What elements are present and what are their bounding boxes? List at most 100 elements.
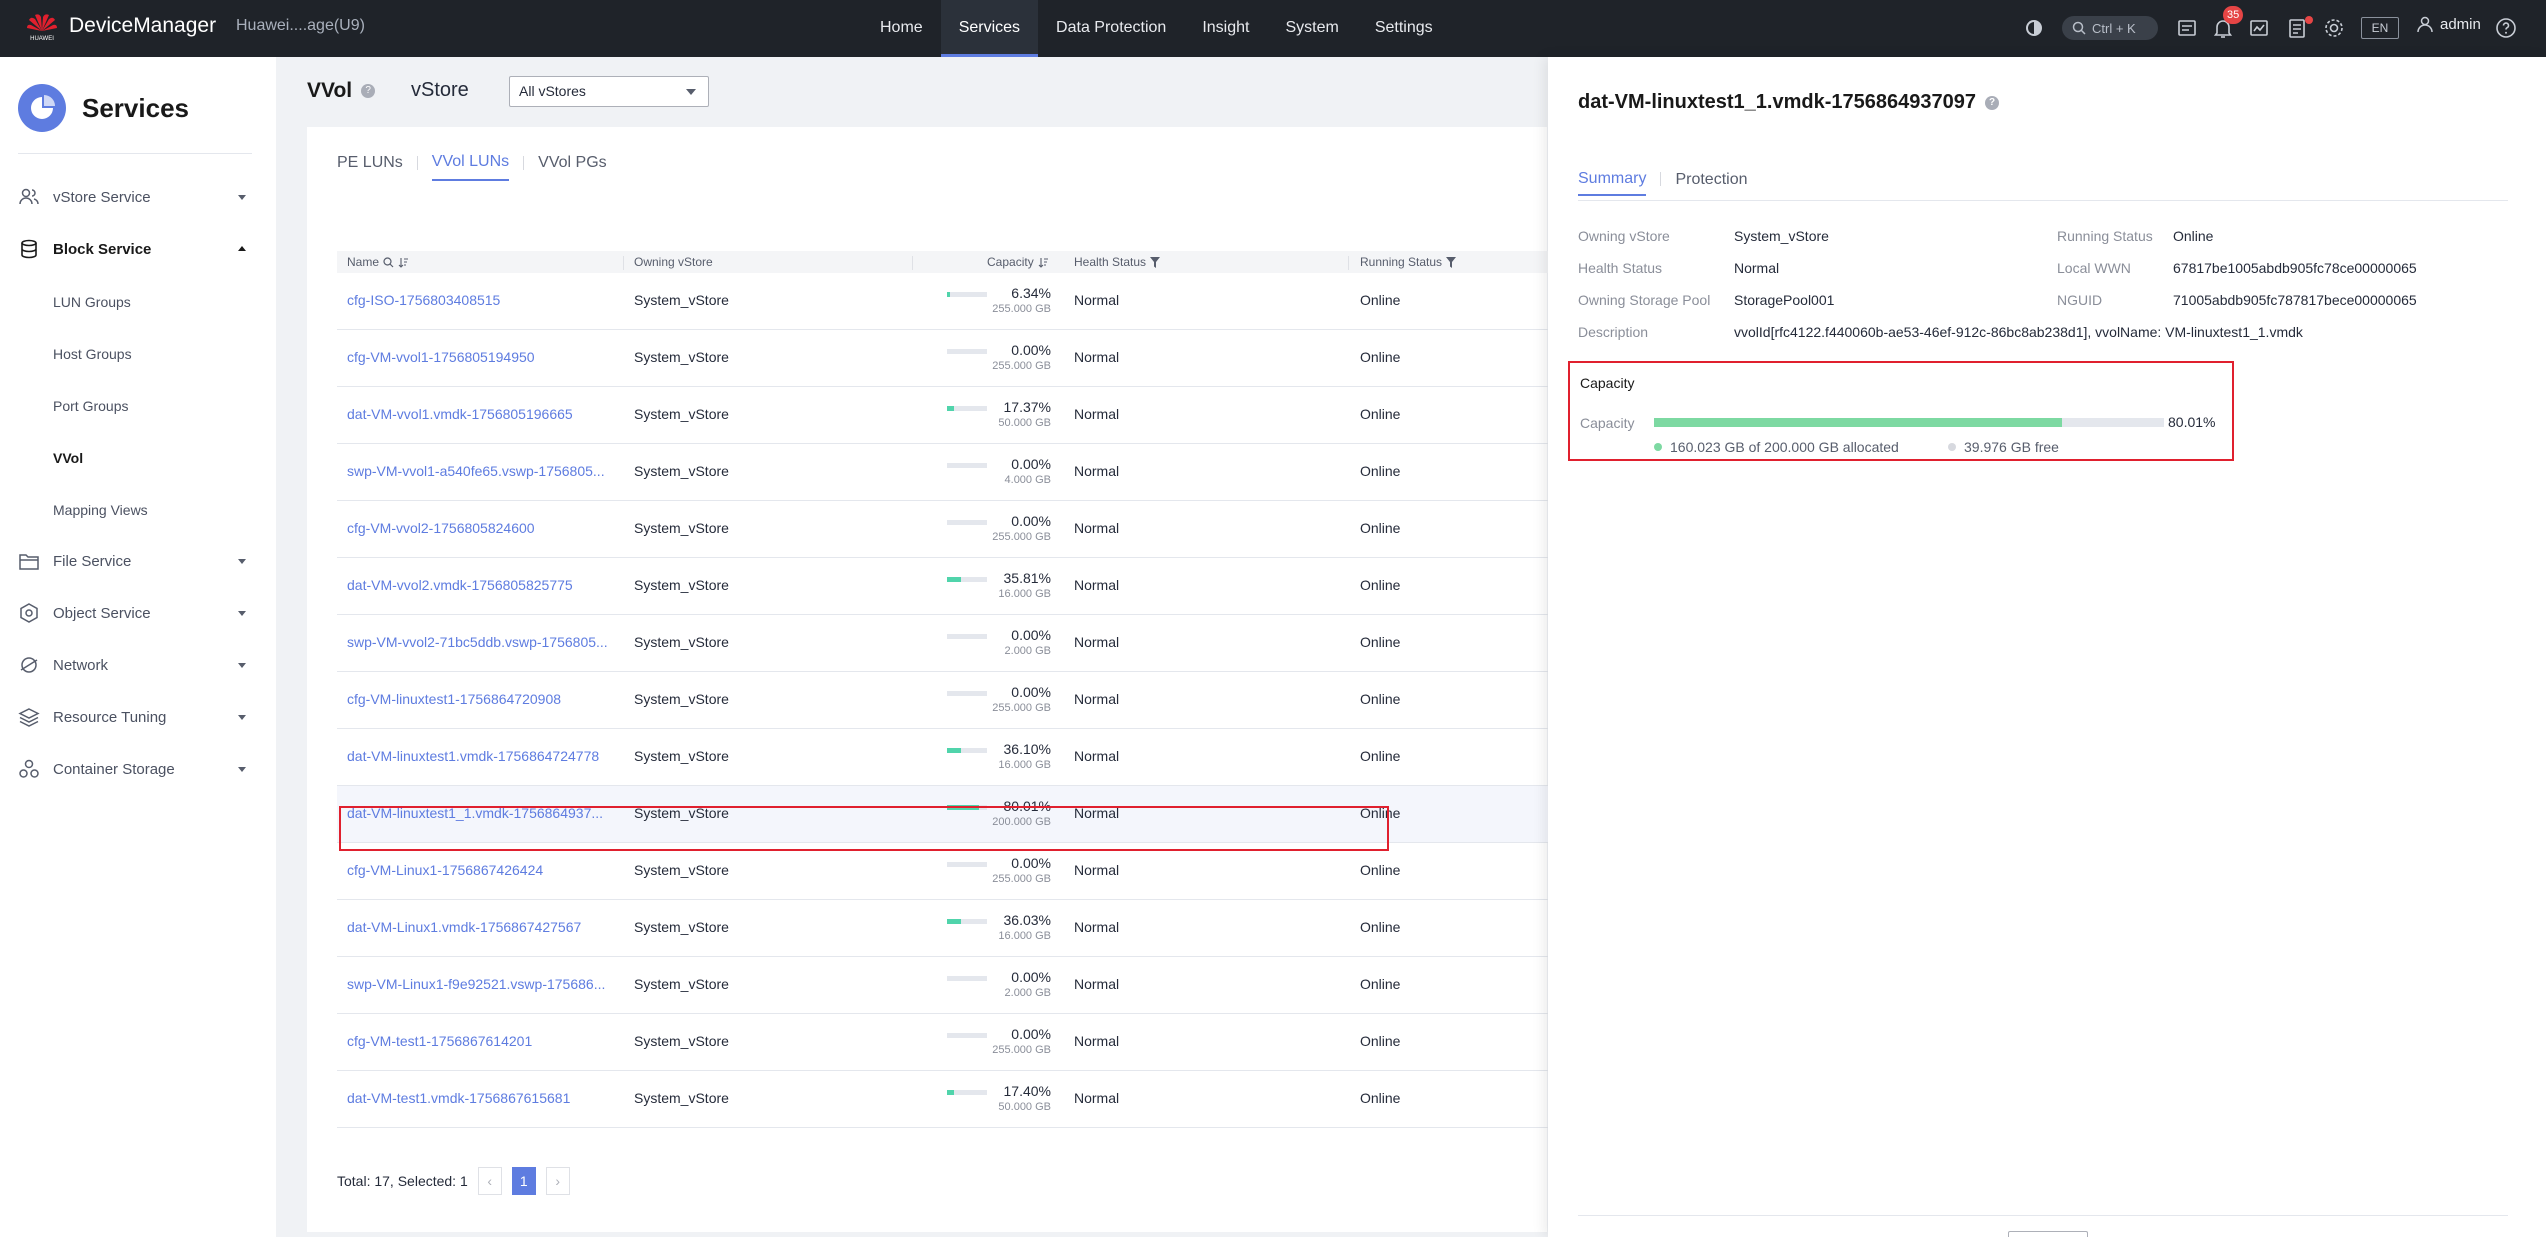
help-icon[interactable]: ? (1985, 95, 1999, 110)
table-row[interactable]: dat-VM-test1.vmdk-1756867615681 System_vS… (337, 1071, 1557, 1128)
search-icon (2072, 21, 2086, 35)
sort-icon[interactable] (1038, 257, 1049, 268)
user-icon (2417, 16, 2433, 33)
table-row[interactable]: cfg-VM-Linux1-1756867426424 System_vStore… (337, 843, 1557, 900)
sidebar-item-file-service[interactable]: File Service (0, 541, 276, 581)
nguid-value: 71005abdb905fc787817bece00000065 (2173, 292, 2417, 308)
sidebar-item-vstore-service[interactable]: vStore Service (0, 177, 276, 217)
sort-icon[interactable] (398, 257, 409, 268)
capacity-total: 2.000 GB (1004, 987, 1051, 999)
lun-name-link[interactable]: swp-VM-vvol1-a540fe65.vswp-1756805... (347, 463, 605, 479)
tab-pe-luns[interactable]: PE LUNs (337, 154, 403, 180)
lun-name-link[interactable]: dat-VM-linuxtest1.vmdk-1756864724778 (347, 748, 599, 764)
description-value: vvolId[rfc4122.f440060b-ae53-46ef-912c-8… (1734, 324, 2303, 340)
sidebar-item-mapping-views[interactable]: Mapping Views (53, 502, 148, 518)
table-row[interactable]: swp-VM-Linux1-f9e92521.vswp-175686... Sys… (337, 957, 1557, 1014)
tab-protection[interactable]: Protection (1675, 171, 1747, 195)
nav-system[interactable]: System (1267, 0, 1356, 57)
panel-footer-divider (1578, 1215, 2508, 1216)
sidebar-item-host-groups[interactable]: Host Groups (53, 346, 132, 362)
lun-name-link[interactable]: cfg-VM-vvol2-1756805824600 (347, 520, 535, 536)
sidebar-item-port-groups[interactable]: Port Groups (53, 398, 128, 414)
vvol-card: PE LUNs VVol LUNs VVol PGs Name Owning v… (307, 127, 1557, 1232)
table-row[interactable]: dat-VM-vvol1.vmdk-1756805196665 System_vS… (337, 387, 1557, 444)
running-status-label: Running Status (2057, 228, 2153, 244)
lun-name-link[interactable]: cfg-ISO-1756803408515 (347, 292, 500, 308)
lun-name-link[interactable]: dat-VM-Linux1.vmdk-1756867427567 (347, 919, 581, 935)
health-status: Normal (1074, 577, 1120, 593)
running-status: Online (1360, 691, 1401, 707)
help-icon[interactable]: ? (361, 84, 376, 98)
capacity-total: 2.000 GB (1004, 645, 1051, 657)
theme-icon[interactable] (2022, 16, 2046, 40)
lun-name-link[interactable]: cfg-VM-linuxtest1-1756864720908 (347, 691, 561, 707)
sidebar-item-container-storage[interactable]: Container Storage (0, 749, 276, 789)
sidebar-item-object-service[interactable]: Object Service (0, 593, 276, 633)
chevron-down-icon (238, 195, 246, 200)
capacity-percent: 0.00% (1011, 855, 1051, 871)
chevron-up-icon (238, 246, 246, 251)
capacity-total: 16.000 GB (998, 759, 1051, 771)
table-row[interactable]: dat-VM-linuxtest1.vmdk-1756864724778 Syst… (337, 729, 1557, 786)
column-owning-vstore[interactable]: Owning vStore (634, 255, 713, 269)
sidebar-item-lun-groups[interactable]: LUN Groups (53, 294, 131, 310)
gear-icon[interactable] (2322, 16, 2346, 40)
lun-name-link[interactable]: cfg-VM-Linux1-1756867426424 (347, 862, 543, 878)
sidebar-item-label: Block Service (53, 240, 152, 258)
tab-summary[interactable]: Summary (1578, 170, 1647, 196)
sidebar-item-block-service[interactable]: Block Service (0, 229, 276, 269)
capacity-bar-fill (1654, 418, 2063, 427)
lun-name-link[interactable]: dat-VM-vvol1.vmdk-1756805196665 (347, 406, 573, 422)
table-row[interactable]: cfg-VM-test1-1756867614201 System_vStore 0… (337, 1014, 1557, 1071)
nav-services[interactable]: Services (940, 0, 1039, 57)
nav-insight[interactable]: Insight (1184, 0, 1267, 57)
help-icon[interactable] (2494, 16, 2518, 40)
device-name[interactable]: Huawei....age(U9) (236, 17, 365, 35)
table-row[interactable]: dat-VM-vvol2.vmdk-1756805825775 System_vS… (337, 558, 1557, 615)
nav-settings[interactable]: Settings (1357, 0, 1451, 57)
prev-page-button[interactable]: ‹ (477, 1167, 502, 1195)
table-row[interactable]: cfg-VM-vvol1-1756805194950 System_vStore 0… (337, 330, 1557, 387)
capacity-percent: 0.00% (1011, 513, 1051, 529)
monitor-chart-icon[interactable] (2247, 16, 2271, 40)
language-switch[interactable]: EN (2361, 17, 2399, 39)
nguid-label: NGUID (2057, 292, 2103, 308)
panel-close-button[interactable] (2008, 1231, 2088, 1237)
tab-vvol-luns[interactable]: VVol LUNs (431, 153, 510, 181)
user-menu[interactable]: admin (2416, 15, 2481, 33)
column-name[interactable]: Name (347, 255, 409, 269)
table-row[interactable]: cfg-ISO-1756803408515 System_vStore 6.34% 2… (337, 273, 1557, 330)
nav-data-protection[interactable]: Data Protection (1038, 0, 1184, 57)
column-capacity[interactable]: Capacity (987, 255, 1049, 269)
table-row[interactable]: swp-VM-vvol1-a540fe65.vswp-1756805... Sys… (337, 444, 1557, 501)
lun-name-link[interactable]: dat-VM-test1.vmdk-1756867615681 (347, 1090, 570, 1106)
global-search[interactable]: Ctrl + K (2062, 16, 2158, 40)
tab-vvol-pgs[interactable]: VVol PGs (538, 154, 606, 180)
sidebar-item-resource-tuning[interactable]: Resource Tuning (0, 697, 276, 737)
capacity-percent: 6.34% (1011, 285, 1051, 301)
task-icon[interactable] (2175, 16, 2199, 40)
total-count: Total: 17, Selected: 1 (337, 1173, 468, 1189)
column-running-status[interactable]: Running Status (1360, 255, 1457, 269)
filter-icon[interactable] (1446, 256, 1457, 268)
column-health-status[interactable]: Health Status (1074, 255, 1161, 269)
filter-icon[interactable] (1150, 256, 1161, 268)
vstore-select[interactable]: All vStores (509, 76, 709, 107)
lun-name-link[interactable]: cfg-VM-test1-1756867614201 (347, 1033, 532, 1049)
next-page-button[interactable]: › (545, 1167, 570, 1195)
sidebar-item-vvol[interactable]: VVol (53, 450, 83, 466)
lun-name-link[interactable]: swp-VM-Linux1-f9e92521.vswp-175686... (347, 976, 605, 992)
huawei-logo-text: HUAWEI (30, 36, 54, 42)
search-icon[interactable] (383, 256, 394, 268)
sidebar-item-network[interactable]: Network (0, 645, 276, 685)
lun-name-link[interactable]: dat-VM-vvol2.vmdk-1756805825775 (347, 577, 573, 593)
lun-name-link[interactable]: cfg-VM-vvol1-1756805194950 (347, 349, 535, 365)
nav-home[interactable]: Home (862, 0, 941, 57)
table-row[interactable]: cfg-VM-vvol2-1756805824600 System_vStore 0… (337, 501, 1557, 558)
table-row[interactable]: dat-VM-Linux1.vmdk-1756867427567 System_v… (337, 900, 1557, 957)
capacity-percent: 0.00% (1011, 684, 1051, 700)
page-button-1[interactable]: 1 (511, 1167, 536, 1195)
lun-name-link[interactable]: swp-VM-vvol2-71bc5ddb.vswp-1756805... (347, 634, 608, 650)
table-row[interactable]: cfg-VM-linuxtest1-1756864720908 System_vS… (337, 672, 1557, 729)
table-row[interactable]: swp-VM-vvol2-71bc5ddb.vswp-1756805... Sys… (337, 615, 1557, 672)
